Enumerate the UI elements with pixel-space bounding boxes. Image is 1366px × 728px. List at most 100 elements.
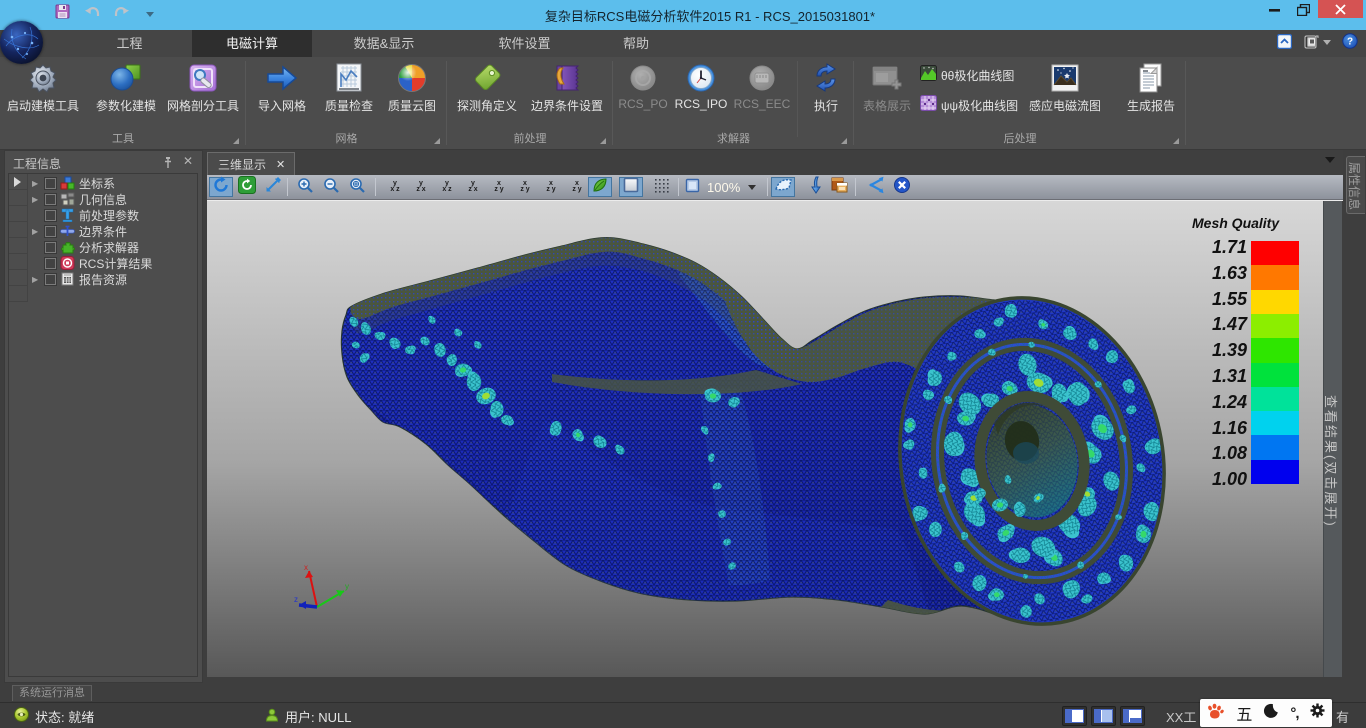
- tab-overflow-caret-icon[interactable]: [1325, 157, 1335, 163]
- menu-tab-软件设置[interactable]: 软件设置: [476, 30, 573, 57]
- app-logo[interactable]: [0, 21, 43, 64]
- expand-arrow-icon[interactable]: ▶: [32, 227, 42, 236]
- ime-punctuation-icon[interactable]: °,: [1290, 705, 1298, 722]
- shade-flat-button[interactable]: [619, 177, 643, 197]
- ribbon-button-质量云图[interactable]: 质量云图: [382, 59, 442, 114]
- redo-icon[interactable]: [113, 5, 130, 23]
- panel-close-icon[interactable]: ✕: [183, 154, 193, 168]
- ime-toolbar[interactable]: 五 °,: [1200, 699, 1332, 727]
- row-selector-cell[interactable]: [9, 286, 27, 302]
- tree-item-几何信息[interactable]: ▶几何信息: [29, 191, 127, 207]
- ime-logo-paw-icon[interactable]: [1205, 701, 1225, 726]
- minimize-button[interactable]: [1259, 0, 1289, 20]
- menu-tab-电磁计算[interactable]: 电磁计算: [192, 30, 312, 57]
- checkbox[interactable]: [45, 258, 56, 269]
- layout-left-button[interactable]: [1062, 706, 1087, 726]
- ribbon-button-theta-curve[interactable]: θθ极化曲线图: [920, 65, 1014, 86]
- style-picker-icon[interactable]: [1303, 34, 1320, 55]
- ime-mode-indicator[interactable]: 五: [1236, 701, 1252, 725]
- section-plane-button[interactable]: [771, 177, 795, 197]
- drop-arrow-button[interactable]: [804, 177, 828, 197]
- undo-icon[interactable]: [84, 5, 101, 23]
- wireframe-button[interactable]: [650, 177, 674, 197]
- zoom-window-button[interactable]: [345, 177, 369, 197]
- view-left-button[interactable]: yx z: [435, 177, 459, 197]
- tree-item-坐标系[interactable]: ▶坐标系: [29, 175, 115, 191]
- properties-collapsed-tab[interactable]: 属性信息: [1346, 156, 1365, 214]
- tree-item-前处理参数[interactable]: 前处理参数: [29, 207, 139, 223]
- expand-arrow-icon[interactable]: ▶: [32, 179, 42, 188]
- checkbox[interactable]: [45, 194, 56, 205]
- zoom-level-control[interactable]: 100%: [684, 177, 768, 197]
- menu-tab-工程[interactable]: 工程: [103, 30, 156, 57]
- ribbon-button-psi-curve[interactable]: ψψ极化曲线图: [920, 95, 1018, 116]
- view-right-button[interactable]: yz x: [461, 177, 485, 197]
- save-icon[interactable]: [55, 4, 70, 24]
- ribbon-button-质量检查[interactable]: 质量检查: [318, 59, 380, 114]
- group-dialog-launcher-icon[interactable]: [433, 137, 441, 145]
- zoom-extents-button[interactable]: [261, 177, 285, 197]
- ribbon-button-RCS_IPO[interactable]: RCS_IPO: [671, 59, 731, 111]
- group-dialog-launcher-icon[interactable]: [840, 137, 848, 145]
- row-selector-cell[interactable]: [9, 254, 27, 270]
- view-bottom-button[interactable]: xz y: [513, 177, 537, 197]
- rotate-view-button[interactable]: [209, 177, 233, 197]
- share-view-button[interactable]: [864, 177, 888, 197]
- expand-arrow-icon[interactable]: ▶: [32, 275, 42, 284]
- tab-close-icon[interactable]: ✕: [276, 158, 285, 171]
- group-dialog-launcher-icon[interactable]: [599, 137, 607, 145]
- ribbon-button-参数化建模[interactable]: 参数化建模: [88, 59, 164, 114]
- checkbox[interactable]: [45, 242, 56, 253]
- 3d-viewport[interactable]: x y z: [207, 201, 1323, 677]
- view-front-button[interactable]: yx z: [383, 177, 407, 197]
- checkbox[interactable]: [45, 210, 56, 221]
- ribbon-button-RCS_PO[interactable]: RCS_PO: [617, 59, 669, 111]
- tab-3d-view[interactable]: 三维显示 ✕: [207, 152, 295, 175]
- view-back-button[interactable]: yz x: [409, 177, 433, 197]
- layout-split-button[interactable]: [1091, 706, 1116, 726]
- tree-item-报告资源[interactable]: ▶报告资源: [29, 271, 127, 287]
- tree-item-分析求解器[interactable]: 分析求解器: [29, 239, 139, 255]
- style-caret-icon[interactable]: [1323, 40, 1331, 45]
- row-selector-cell[interactable]: [9, 222, 27, 238]
- ime-moon-icon[interactable]: [1263, 703, 1279, 724]
- ime-settings-gear-icon[interactable]: [1309, 702, 1326, 724]
- collapse-ribbon-icon[interactable]: [1277, 34, 1292, 54]
- zoom-in-button[interactable]: [293, 177, 317, 197]
- results-collapsed-panel[interactable]: 查看结果(双击展开): [1323, 201, 1342, 677]
- ribbon-button-感应电磁流图[interactable]: 感应电磁流图: [1026, 59, 1104, 114]
- layout-bottom-button[interactable]: [1120, 706, 1145, 726]
- row-selector-cell[interactable]: [9, 238, 27, 254]
- ribbon-button-边界条件设置[interactable]: 边界条件设置: [525, 59, 609, 114]
- close-button[interactable]: [1318, 0, 1363, 18]
- menu-tab-数据&显示[interactable]: 数据&显示: [334, 30, 434, 57]
- checkbox[interactable]: [45, 226, 56, 237]
- ribbon-button-启动建模工具[interactable]: 启动建模工具: [2, 59, 84, 114]
- expand-arrow-icon[interactable]: ▶: [32, 195, 42, 204]
- view-iso2-button[interactable]: xz y: [565, 177, 589, 197]
- ribbon-button-RCS_EEC[interactable]: RCS_EEC: [733, 59, 791, 111]
- ribbon-button-网格剖分工具[interactable]: 网格剖分工具: [162, 59, 244, 114]
- row-selector-cell[interactable]: [9, 174, 27, 190]
- ribbon-button-生成报告[interactable]: 生成报告: [1122, 59, 1180, 114]
- zoom-out-button[interactable]: [319, 177, 343, 197]
- qat-caret-icon[interactable]: [146, 12, 154, 17]
- group-dialog-launcher-icon[interactable]: [232, 137, 240, 145]
- view-top-button[interactable]: xz y: [487, 177, 511, 197]
- view-iso1-button[interactable]: xz y: [539, 177, 563, 197]
- ribbon-button-探测角定义[interactable]: 探测角定义: [451, 59, 523, 114]
- pin-icon[interactable]: [163, 157, 173, 172]
- copy-view-button[interactable]: [827, 177, 851, 197]
- ribbon-button-表格展示[interactable]: 表格展示: [858, 59, 916, 114]
- tree-item-边界条件[interactable]: ▶边界条件: [29, 223, 127, 239]
- row-selector-cell[interactable]: [9, 206, 27, 222]
- shade-smooth-button[interactable]: [588, 177, 612, 197]
- checkbox[interactable]: [45, 178, 56, 189]
- restore-button[interactable]: [1288, 0, 1318, 20]
- close-view-button[interactable]: [890, 177, 914, 197]
- row-selector-cell[interactable]: [9, 270, 27, 286]
- menu-tab-帮助[interactable]: 帮助: [615, 30, 657, 57]
- system-messages-tab[interactable]: 系统运行消息: [12, 685, 92, 701]
- ribbon-button-执行[interactable]: 执行: [803, 59, 849, 114]
- zoom-caret-icon[interactable]: [748, 185, 756, 190]
